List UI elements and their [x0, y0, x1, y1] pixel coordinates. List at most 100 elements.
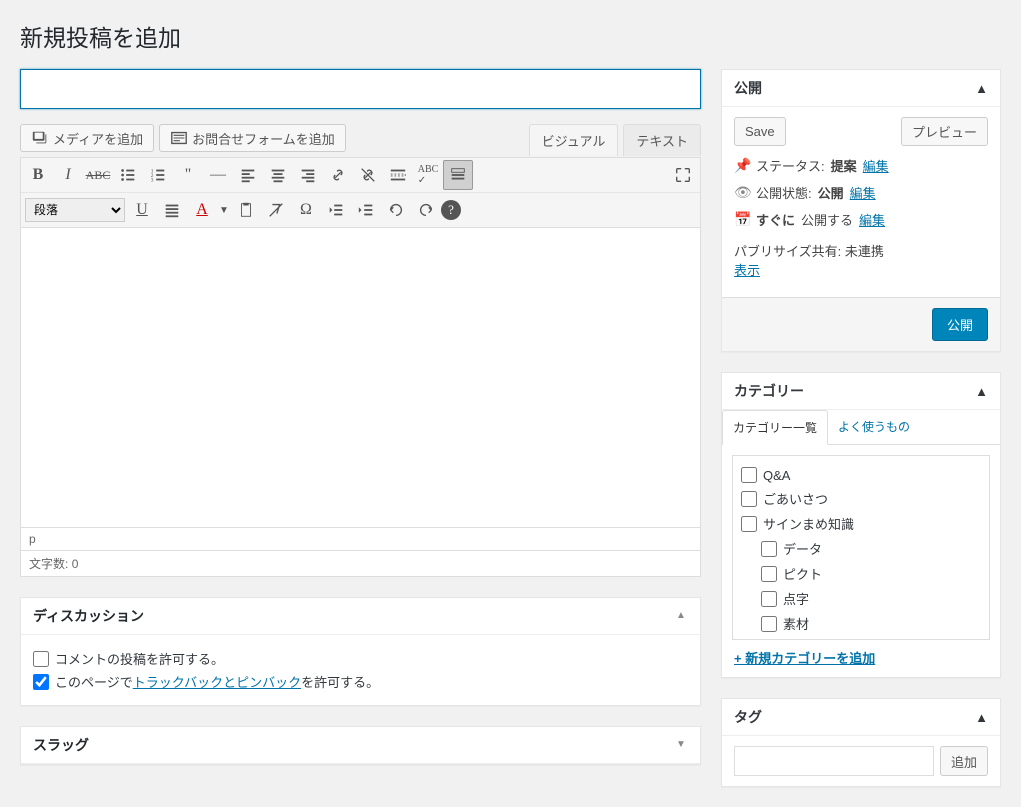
- undo-button[interactable]: [381, 195, 411, 225]
- align-right-button[interactable]: [293, 160, 323, 190]
- categories-box: カテゴリー ▲ カテゴリー一覧 よく使うもの Q&A ごあいさつ サインまめ知識…: [721, 372, 1001, 678]
- allow-comments-checkbox[interactable]: [33, 651, 49, 667]
- publish-title: 公開: [734, 78, 762, 98]
- discussion-header[interactable]: ディスカッション ▲: [21, 598, 700, 635]
- category-item[interactable]: 表示方法: [741, 636, 981, 640]
- hr-button[interactable]: —: [203, 160, 233, 190]
- slug-box: スラッグ ▼: [20, 726, 701, 765]
- post-title-input[interactable]: [20, 69, 701, 109]
- category-item[interactable]: Q&A: [741, 464, 981, 486]
- category-item[interactable]: 素材: [741, 611, 981, 636]
- tag-input[interactable]: [734, 746, 934, 776]
- add-category-link[interactable]: + 新規カテゴリーを追加: [734, 651, 875, 666]
- cat-tab-all[interactable]: カテゴリー一覧: [722, 410, 828, 445]
- indent-button[interactable]: [351, 195, 381, 225]
- edit-schedule-link[interactable]: 編集: [859, 210, 885, 229]
- paste-text-button[interactable]: [231, 195, 261, 225]
- italic-button[interactable]: I: [53, 160, 83, 190]
- bold-button[interactable]: B: [23, 160, 53, 190]
- content-editor[interactable]: [20, 228, 701, 528]
- format-select[interactable]: 段落: [25, 198, 125, 222]
- preview-button[interactable]: プレビュー: [901, 117, 988, 146]
- allow-pings-row[interactable]: このページでトラックバックとピンバックを許可する。: [33, 672, 688, 691]
- schedule-row: 📅 すぐに公開する 編集: [734, 210, 988, 229]
- visibility-row: 👁 公開状態: 公開 編集: [734, 183, 988, 202]
- form-icon: [170, 129, 188, 147]
- underline-button[interactable]: U: [127, 195, 157, 225]
- publish-box: 公開 ▲ Save プレビュー 📌 ステータス: 提案 編集 👁: [721, 69, 1001, 352]
- category-item[interactable]: 点字: [741, 586, 981, 611]
- collapse-icon: ▲: [975, 81, 988, 96]
- link-button[interactable]: [323, 160, 353, 190]
- align-left-button[interactable]: [233, 160, 263, 190]
- more-button[interactable]: [383, 160, 413, 190]
- category-list[interactable]: Q&A ごあいさつ サインまめ知識 データ ピクト 点字 素材 表示方法: [732, 455, 990, 640]
- add-form-label: お問合せフォームを追加: [192, 129, 335, 148]
- fullscreen-button[interactable]: [668, 160, 698, 190]
- toggle-toolbar-button[interactable]: [443, 160, 473, 190]
- redo-button[interactable]: [411, 195, 441, 225]
- editor-statusbar: p: [20, 528, 701, 551]
- editor-tabs: ビジュアル テキスト: [524, 124, 701, 156]
- bullet-list-button[interactable]: [113, 160, 143, 190]
- editor-toolbar: B I ABC 123 " — ABC✓: [20, 157, 701, 228]
- category-item[interactable]: ピクト: [741, 561, 981, 586]
- spellcheck-button[interactable]: ABC✓: [413, 160, 443, 190]
- allow-comments-label: コメントの投稿を許可する。: [55, 649, 224, 668]
- editor-area: ビジュアル テキスト B I ABC 123 " —: [20, 157, 701, 577]
- edit-visibility-link[interactable]: 編集: [850, 183, 876, 202]
- strike-button[interactable]: ABC: [83, 160, 113, 190]
- quote-button[interactable]: ": [173, 160, 203, 190]
- add-media-button[interactable]: メディアを追加: [20, 124, 154, 152]
- number-list-button[interactable]: 123: [143, 160, 173, 190]
- special-char-button[interactable]: Ω: [291, 195, 321, 225]
- cat-tab-most[interactable]: よく使うもの: [828, 410, 920, 444]
- tab-text[interactable]: テキスト: [623, 124, 701, 156]
- status-row: 📌 ステータス: 提案 編集: [734, 156, 988, 175]
- text-color-button[interactable]: A: [187, 195, 217, 225]
- add-tag-button[interactable]: 追加: [940, 746, 988, 776]
- main-column: メディアを追加 お問合せフォームを追加 ビジュアル テキスト B I ABC: [20, 69, 701, 807]
- publicize-row: パブリサイズ共有: 未連携 表示: [734, 241, 988, 279]
- publicize-show-link[interactable]: 表示: [734, 263, 760, 278]
- page-title: 新規投稿を追加: [20, 10, 1001, 57]
- pin-icon: 📌: [734, 157, 750, 174]
- tags-title: タグ: [734, 707, 762, 727]
- help-button[interactable]: ?: [441, 200, 461, 220]
- collapse-icon: ▲: [975, 384, 988, 399]
- collapse-icon: ▲: [975, 710, 988, 725]
- categories-title: カテゴリー: [734, 381, 804, 401]
- tags-header[interactable]: タグ ▲: [722, 699, 1000, 736]
- clear-format-button[interactable]: [261, 195, 291, 225]
- text-color-dropdown[interactable]: ▼: [217, 195, 231, 225]
- media-icon: [31, 129, 49, 147]
- trackback-link[interactable]: トラックバックとピンバック: [133, 675, 301, 690]
- category-item[interactable]: ごあいさつ: [741, 486, 981, 511]
- tags-box: タグ ▲ 追加: [721, 698, 1001, 787]
- publish-header[interactable]: 公開 ▲: [722, 70, 1000, 107]
- add-media-label: メディアを追加: [53, 129, 143, 148]
- slug-header[interactable]: スラッグ ▼: [21, 727, 700, 764]
- collapse-icon: ▲: [676, 610, 688, 622]
- add-contact-form-button[interactable]: お問合せフォームを追加: [159, 124, 346, 152]
- discussion-box: ディスカッション ▲ コメントの投稿を許可する。 このページでトラックバックとピ…: [20, 597, 701, 706]
- categories-header[interactable]: カテゴリー ▲: [722, 373, 1000, 410]
- eye-icon: 👁: [734, 184, 750, 201]
- allow-pings-label: このページでトラックバックとピンバックを許可する。: [55, 672, 379, 691]
- save-button[interactable]: Save: [734, 117, 786, 146]
- unlink-button[interactable]: [353, 160, 383, 190]
- discussion-title: ディスカッション: [33, 606, 144, 626]
- tab-visual[interactable]: ビジュアル: [529, 124, 619, 156]
- svg-text:3: 3: [151, 177, 154, 183]
- slug-title: スラッグ: [33, 735, 89, 755]
- category-item[interactable]: サインまめ知識: [741, 511, 981, 536]
- align-center-button[interactable]: [263, 160, 293, 190]
- edit-status-link[interactable]: 編集: [863, 156, 889, 175]
- category-item[interactable]: データ: [741, 536, 981, 561]
- allow-comments-row[interactable]: コメントの投稿を許可する。: [33, 649, 688, 668]
- allow-pings-checkbox[interactable]: [33, 674, 49, 690]
- expand-icon: ▼: [676, 739, 688, 751]
- publish-button[interactable]: 公開: [932, 308, 988, 341]
- align-justify-buttonops[interactable]: [157, 195, 187, 225]
- outdent-button[interactable]: [321, 195, 351, 225]
